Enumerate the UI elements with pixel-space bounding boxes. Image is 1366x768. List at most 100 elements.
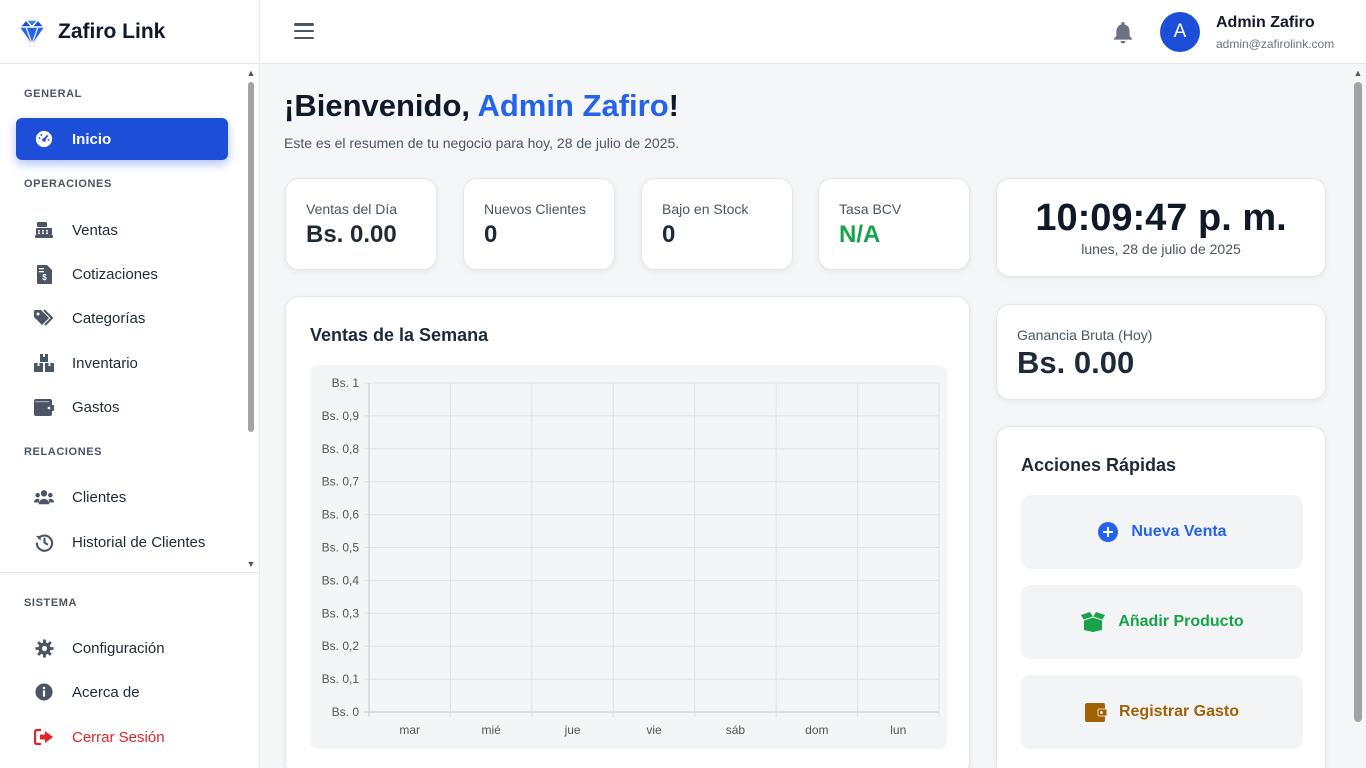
stat-label: Nuevos Clientes xyxy=(484,201,586,217)
sidebar-item-inicio[interactable]: Inicio xyxy=(16,118,228,160)
scroll-up-arrow-icon[interactable]: ▲ xyxy=(246,68,256,78)
sidebar-scrollbar-thumb[interactable] xyxy=(248,82,254,432)
sidebar-item-clientes[interactable]: Clientes xyxy=(16,476,228,518)
brand[interactable]: Zafiro Link xyxy=(0,0,259,64)
nueva-venta-label: Nueva Venta xyxy=(1131,523,1227,540)
registrar-gasto-label: Registrar Gasto xyxy=(1118,703,1240,720)
stat-value: 0 xyxy=(662,221,676,248)
x-tick-label: mié xyxy=(481,723,501,737)
x-tick-label: lun xyxy=(890,723,906,737)
stat-label: Tasa BCV xyxy=(839,201,902,217)
info-circle-icon xyxy=(34,682,54,702)
nueva-venta-button[interactable]: Nueva Venta xyxy=(1021,495,1303,569)
plus-circle-icon xyxy=(1097,521,1119,543)
main-scrollbar[interactable]: ▲ xyxy=(1352,66,1364,768)
sidebar-item-label: Inventario xyxy=(72,354,138,372)
brand-name: Zafiro Link xyxy=(58,19,166,43)
registrar-gasto-button[interactable]: Registrar Gasto xyxy=(1021,675,1303,749)
y-tick-label: Bs. 0,9 xyxy=(322,409,360,423)
ganancia-value: Bs. 0.00 xyxy=(1017,345,1135,380)
chart-card: Ventas de la Semana Bs. 0 Bs. 0,1 Bs. 0,2 B… xyxy=(285,296,970,768)
y-tick-label: Bs. 0,2 xyxy=(322,639,360,653)
chart-area: Bs. 0 Bs. 0,1 Bs. 0,2 Bs. 0,3 Bs. 0,4 Bs. 0,5… xyxy=(310,365,947,749)
sidebar-scrollbar[interactable]: ▲ ▼ xyxy=(246,66,256,571)
box-open-icon xyxy=(1080,611,1106,633)
avatar[interactable]: A xyxy=(1160,12,1200,52)
wallet-icon xyxy=(34,397,54,417)
diamond-logo-icon xyxy=(19,18,45,46)
stat-card-bajo-stock: Bajo en Stock 0 xyxy=(641,178,793,270)
sidebar-nav: GENERAL Inicio OPERACIONES Ventas $ Coti… xyxy=(0,65,260,572)
sidebar-item-acerca[interactable]: Acerca de xyxy=(16,671,228,713)
welcome-heading: ¡Bienvenido, Admin Zafiro! xyxy=(284,88,679,124)
sidebar-item-configuracion[interactable]: Configuración xyxy=(16,627,228,669)
dashboard-gauge-icon xyxy=(34,129,54,149)
y-tick-label: Bs. 0,4 xyxy=(322,573,360,587)
y-tick-label: Bs. 0 xyxy=(332,705,360,719)
tags-icon xyxy=(34,308,54,328)
bell-icon[interactable] xyxy=(1112,20,1134,44)
invoice-dollar-icon: $ xyxy=(34,264,54,284)
weekly-sales-chart: Bs. 0 Bs. 0,1 Bs. 0,2 Bs. 0,3 Bs. 0,4 Bs. 0,5… xyxy=(322,376,940,737)
users-icon xyxy=(34,487,54,507)
sidebar-item-ventas[interactable]: Ventas xyxy=(16,209,228,251)
stat-card-ventas-dia: Ventas del Día Bs. 0.00 xyxy=(285,178,437,270)
ganancia-card: Ganancia Bruta (Hoy) Bs. 0.00 xyxy=(996,304,1326,400)
x-tick-label: dom xyxy=(805,723,828,737)
sidebar-system-section: SISTEMA Configuración Acerca de Cerrar S… xyxy=(0,572,260,768)
stat-value: 0 xyxy=(484,221,498,248)
y-tick-label: Bs. 0,8 xyxy=(322,442,360,456)
sidebar-item-label: Categorías xyxy=(72,309,146,327)
section-operaciones: OPERACIONES xyxy=(24,178,112,190)
x-tick-label: jue xyxy=(564,723,581,737)
stat-label: Bajo en Stock xyxy=(662,201,749,217)
stat-card-nuevos-clientes: Nuevos Clientes 0 xyxy=(463,178,615,270)
quick-actions-title: Acciones Rápidas xyxy=(1021,455,1177,475)
sidebar: Zafiro Link GENERAL Inicio OPERACIONES V… xyxy=(0,0,260,768)
anadir-producto-button[interactable]: Añadir Producto xyxy=(1021,585,1303,659)
stat-value: Bs. 0.00 xyxy=(306,221,397,248)
scroll-down-arrow-icon[interactable]: ▼ xyxy=(246,559,256,569)
section-relaciones: RELACIONES xyxy=(24,446,103,458)
section-general: GENERAL xyxy=(24,88,82,100)
stat-label: Ventas del Día xyxy=(306,201,398,217)
gear-icon xyxy=(34,638,54,658)
stat-value: N/A xyxy=(839,221,881,248)
sidebar-item-inventario[interactable]: Inventario xyxy=(16,342,228,384)
y-tick-label: Bs. 0,6 xyxy=(322,508,360,522)
cash-register-icon xyxy=(34,220,54,240)
history-icon xyxy=(34,532,54,552)
svg-text:$: $ xyxy=(42,273,47,282)
boxes-icon xyxy=(34,353,54,373)
topbar: A Admin Zafiro admin@zafirolink.com xyxy=(260,0,1366,64)
x-tick-label: vie xyxy=(646,723,662,737)
welcome-suffix: ! xyxy=(668,88,679,123)
sidebar-item-label: Clientes xyxy=(72,488,127,506)
sidebar-item-label: Inicio xyxy=(72,130,112,148)
sign-out-icon xyxy=(34,727,54,747)
sidebar-item-label: Ventas xyxy=(72,221,118,239)
sidebar-item-gastos[interactable]: Gastos xyxy=(16,386,228,428)
welcome-prefix: ¡Bienvenido, xyxy=(284,88,478,123)
y-tick-label: Bs. 0,3 xyxy=(322,606,360,620)
sidebar-item-historial[interactable]: Historial de Clientes xyxy=(16,521,228,563)
ganancia-label: Ganancia Bruta (Hoy) xyxy=(1017,327,1153,343)
sidebar-item-label: Historial de Clientes xyxy=(72,533,206,551)
scroll-up-arrow-icon[interactable]: ▲ xyxy=(1353,68,1363,78)
sidebar-item-label: Cotizaciones xyxy=(72,265,158,283)
sidebar-item-label: Gastos xyxy=(72,398,120,416)
x-tick-label: mar xyxy=(399,723,420,737)
sidebar-item-cerrar-sesion[interactable]: Cerrar Sesión xyxy=(16,716,228,758)
sidebar-item-label: Configuración xyxy=(72,639,165,657)
y-tick-label: Bs. 0,5 xyxy=(322,541,360,555)
welcome-user-name: Admin Zafiro xyxy=(477,88,669,123)
x-tick-label: sáb xyxy=(726,723,746,737)
section-sistema: SISTEMA xyxy=(24,597,78,609)
clock-card: 10:09:47 p. m. lunes, 28 de julio de 202… xyxy=(996,178,1326,277)
quick-actions-card: Acciones Rápidas Nueva Venta Añadir Prod… xyxy=(996,426,1326,768)
sidebar-item-cotizaciones[interactable]: $ Cotizaciones xyxy=(16,253,228,295)
main-scrollbar-thumb[interactable] xyxy=(1354,82,1362,722)
user-email: admin@zafirolink.com xyxy=(1216,37,1335,51)
sidebar-item-categorias[interactable]: Categorías xyxy=(16,297,228,339)
menu-toggle-icon[interactable] xyxy=(294,21,314,41)
